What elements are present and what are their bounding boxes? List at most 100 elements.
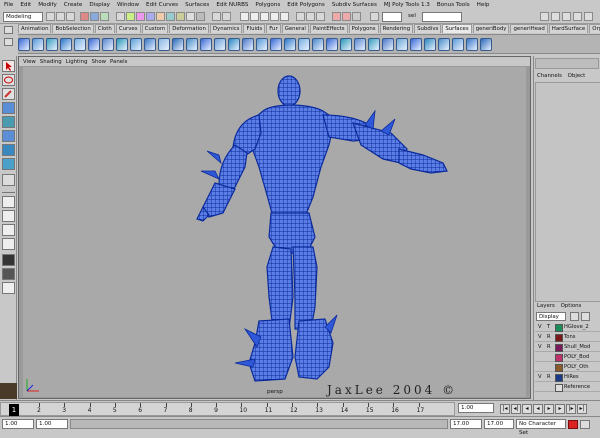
menu-item-subdiv-surfaces[interactable]: Subdiv Surfaces: [332, 2, 377, 8]
select-misc-icon[interactable]: [196, 12, 205, 21]
shelf-tab-generihead[interactable]: generiHead: [510, 24, 548, 33]
current-frame-marker[interactable]: 1: [9, 404, 19, 416]
play-backwards-icon[interactable]: ◂: [533, 404, 543, 414]
four-view-layout-icon[interactable]: [2, 210, 15, 222]
shelf-tab-polygons[interactable]: Polygons: [348, 24, 379, 33]
shelf-tabs-toggle-icon[interactable]: [4, 26, 13, 34]
manipulator-tool-icon[interactable]: [2, 144, 15, 156]
shelf-tool-icon[interactable]: [298, 37, 310, 51]
select-handles-icon[interactable]: [126, 12, 135, 21]
step-back-key-icon[interactable]: ◂|: [511, 404, 521, 414]
shelf-tab-surfaces[interactable]: Surfaces: [442, 24, 472, 33]
shelf-tool-icon[interactable]: [270, 37, 282, 51]
shelf-tool-icon[interactable]: [214, 37, 226, 51]
viewport-menu-shading[interactable]: Shading: [40, 59, 62, 65]
render-icon[interactable]: [332, 12, 341, 21]
shelf-tool-icon[interactable]: [410, 37, 422, 51]
menu-item-file[interactable]: File: [4, 2, 13, 8]
show-hide-layers-icon[interactable]: [584, 12, 593, 21]
shelf-tool-icon[interactable]: [172, 37, 184, 51]
mode-selector[interactable]: Modeling: [3, 12, 43, 22]
shelf-tool-icon[interactable]: [438, 37, 450, 51]
shelf-tool-icon[interactable]: [144, 37, 156, 51]
shelf-tool-icon[interactable]: [368, 37, 380, 51]
hypershade-layout-icon[interactable]: [2, 254, 15, 266]
shelf-tool-icon[interactable]: [382, 37, 394, 51]
layer-display-type-toggle[interactable]: R: [547, 333, 551, 342]
current-frame-field[interactable]: 1.00: [458, 403, 494, 413]
persp-graph-hypershade-layout-icon[interactable]: [2, 282, 15, 294]
shelf-tool-icon[interactable]: [354, 37, 366, 51]
shelf-tab-custom[interactable]: Custom: [141, 24, 169, 33]
animation-start-field[interactable]: 1.00: [2, 419, 34, 429]
select-curves-icon[interactable]: [146, 12, 155, 21]
character-set-field[interactable]: No Character Set: [516, 419, 566, 436]
menu-item-mj-poly-tools-1-3[interactable]: MJ Poly Tools 1.3: [384, 2, 430, 8]
snap-curve-icon[interactable]: [250, 12, 259, 21]
shelf-tool-icon[interactable]: [340, 37, 352, 51]
select-deformations-icon[interactable]: [166, 12, 175, 21]
animation-end-field[interactable]: 17.00: [484, 419, 514, 429]
shelf-tool-icon[interactable]: [60, 37, 72, 51]
snap-grid-icon[interactable]: [240, 12, 249, 21]
make-live-icon[interactable]: [280, 12, 289, 21]
show-hide-outliner-icon[interactable]: [573, 12, 582, 21]
shelf-tab-painteffects[interactable]: PaintEffects: [309, 24, 348, 33]
layer-display-type-toggle[interactable]: T: [547, 323, 550, 332]
shelf-tab-curves[interactable]: Curves: [115, 24, 141, 33]
layer-color-swatch[interactable]: [555, 344, 563, 352]
select-by-object-icon[interactable]: [90, 12, 99, 21]
layer-row[interactable]: V R HiRes: [535, 373, 600, 382]
shelf-tool-icon[interactable]: [18, 37, 30, 51]
go-to-start-icon[interactable]: |◂: [500, 404, 510, 414]
select-tool-icon[interactable]: [2, 60, 15, 72]
shelf-tool-icon[interactable]: [186, 37, 198, 51]
menu-item-window[interactable]: Window: [117, 2, 139, 8]
persp-graph-layout-icon[interactable]: [2, 238, 15, 250]
highlight-selection-icon[interactable]: [222, 12, 231, 21]
layer-visibility-toggle[interactable]: V: [538, 373, 542, 382]
mask-icon[interactable]: [116, 12, 125, 21]
shelf-tab-cloth[interactable]: Cloth: [94, 24, 115, 33]
layer-type-select[interactable]: Display: [536, 312, 566, 321]
layer-visibility-toggle[interactable]: V: [538, 323, 542, 332]
shelf-tool-icon[interactable]: [88, 37, 100, 51]
history-icon[interactable]: [296, 12, 305, 21]
select-rendering-icon[interactable]: [186, 12, 195, 21]
menu-item-bonus-tools[interactable]: Bonus Tools: [437, 2, 470, 8]
save-scene-icon[interactable]: [66, 12, 75, 21]
shelf-tool-icon[interactable]: [130, 37, 142, 51]
shelf-tab-hardsurface[interactable]: HardSurface: [548, 24, 589, 33]
layer-color-swatch[interactable]: [555, 324, 563, 332]
create-layer-from-selected-icon[interactable]: [581, 312, 590, 321]
play-forwards-icon[interactable]: ▸: [544, 404, 554, 414]
ipr-render-icon[interactable]: [342, 12, 351, 21]
layer-visibility-toggle[interactable]: V: [538, 343, 542, 352]
soft-mod-tool-icon[interactable]: [2, 158, 15, 170]
shelf-tool-icon[interactable]: [102, 37, 114, 51]
paint-select-tool-icon[interactable]: [2, 88, 15, 100]
layer-visibility-toggle[interactable]: V: [538, 333, 542, 342]
viewport-menu-show[interactable]: Show: [92, 59, 107, 65]
menu-item-edit-nurbs[interactable]: Edit NURBS: [216, 2, 248, 8]
shelf-tool-icon[interactable]: [46, 37, 58, 51]
playback-start-field[interactable]: 1.00: [36, 419, 68, 429]
lock-selection-icon[interactable]: [212, 12, 221, 21]
lasso-tool-icon[interactable]: [2, 74, 15, 86]
menu-item-display[interactable]: Display: [89, 2, 110, 8]
construction-history-icon[interactable]: [316, 12, 325, 21]
shelf-tab-animation[interactable]: Animation: [18, 24, 52, 33]
scale-tool-icon[interactable]: [2, 130, 15, 142]
shelf-tool-icon[interactable]: [228, 37, 240, 51]
single-perspective-layout-icon[interactable]: [2, 196, 15, 208]
new-scene-icon[interactable]: [46, 12, 55, 21]
shelf-tool-icon[interactable]: [326, 37, 338, 51]
shelf-tab-deformation[interactable]: Deformation: [169, 24, 209, 33]
animation-preferences-icon[interactable]: [580, 420, 590, 429]
shelf-tool-icon[interactable]: [312, 37, 324, 51]
layer-color-swatch[interactable]: [555, 364, 563, 372]
viewport-menu-panels[interactable]: Panels: [110, 59, 127, 65]
last-tool-icon[interactable]: [2, 174, 15, 186]
select-dynamics-icon[interactable]: [176, 12, 185, 21]
shelf-tool-icon[interactable]: [242, 37, 254, 51]
